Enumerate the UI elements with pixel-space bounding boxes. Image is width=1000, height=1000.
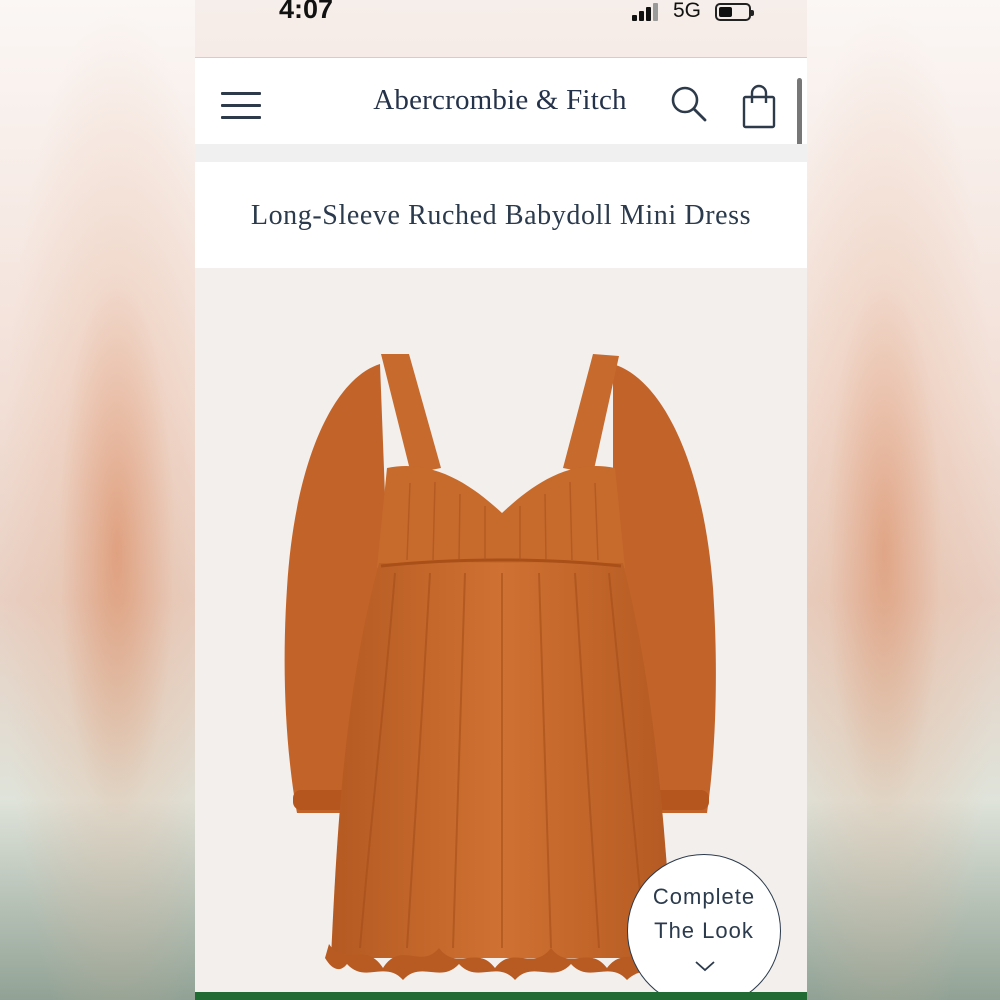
signal-icon xyxy=(632,3,662,21)
hamburger-icon[interactable] xyxy=(221,92,261,120)
status-time: 4:07 xyxy=(279,0,334,24)
search-icon[interactable] xyxy=(669,84,709,124)
complete-the-look-button[interactable]: Complete The Look xyxy=(627,854,781,1000)
brand-logo[interactable]: Abercrombie & Fitch xyxy=(345,84,655,117)
network-type: 5G xyxy=(673,0,702,22)
product-image[interactable]: Complete The Look xyxy=(195,268,807,1000)
blurred-backdrop-right xyxy=(807,0,1000,1000)
status-bar: 4:07 5G xyxy=(195,0,807,56)
complete-look-line2: The Look xyxy=(654,918,754,943)
product-title-section: Long-Sleeve Ruched Babydoll Mini Dress xyxy=(195,162,807,268)
app-window: Abercrombie & Fitch Long-Sleeve Ruched B… xyxy=(195,57,807,1000)
chevron-down-icon xyxy=(695,961,715,972)
battery-icon xyxy=(715,3,754,21)
product-title: Long-Sleeve Ruched Babydoll Mini Dress xyxy=(250,200,752,231)
blurred-backdrop-left xyxy=(0,0,195,1000)
header-divider xyxy=(195,144,807,162)
add-to-bag-bar[interactable] xyxy=(195,992,807,1000)
complete-look-line1: Complete xyxy=(652,884,756,909)
shopping-bag-icon[interactable] xyxy=(739,84,779,130)
site-header: Abercrombie & Fitch xyxy=(195,58,807,162)
